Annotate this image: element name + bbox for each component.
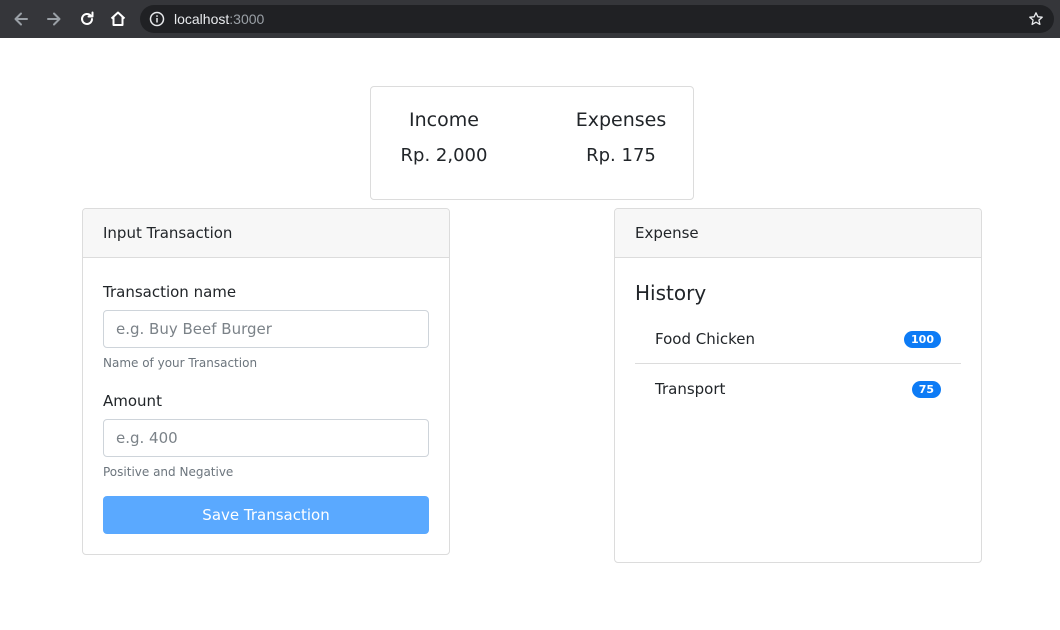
amount-help: Positive and Negative	[103, 465, 234, 479]
expenses-label: Expenses	[575, 109, 667, 131]
transaction-name-label: Transaction name	[103, 283, 237, 301]
amount-label: Amount	[103, 392, 162, 410]
expense-card-header: Expense	[615, 209, 981, 258]
list-item[interactable]: Transport 75	[635, 364, 961, 414]
history-item-name: Transport	[655, 380, 726, 398]
transaction-name-input[interactable]	[103, 310, 429, 348]
home-icon[interactable]	[106, 7, 130, 31]
site-info-icon[interactable]	[149, 11, 165, 27]
amount-badge: 75	[911, 381, 941, 398]
bookmark-star-icon[interactable]	[1028, 11, 1044, 27]
income-value: Rp. 2,000	[400, 145, 488, 166]
history-list: Food Chicken 100 Transport 75	[635, 314, 961, 414]
transaction-name-help: Name of your Transaction	[103, 356, 258, 370]
browser-toolbar: localhost:3000	[0, 0, 1060, 38]
input-card-title: Input Transaction	[103, 224, 233, 242]
expense-card-title: Expense	[635, 224, 699, 242]
forward-arrow-icon[interactable]	[42, 7, 66, 31]
amount-badge: 100	[904, 331, 941, 348]
history-item-name: Food Chicken	[655, 330, 756, 348]
list-item[interactable]: Food Chicken 100	[635, 314, 961, 364]
url-text: localhost:3000	[174, 11, 264, 27]
input-transaction-card: Input Transaction Transaction name Name …	[82, 208, 450, 555]
url-port: :3000	[229, 11, 265, 27]
back-arrow-icon[interactable]	[9, 7, 33, 31]
expenses-value: Rp. 175	[586, 145, 656, 166]
income-label: Income	[409, 109, 479, 131]
save-transaction-button[interactable]: Save Transaction	[103, 496, 429, 534]
reload-icon[interactable]	[75, 7, 99, 31]
amount-input[interactable]	[103, 419, 429, 457]
history-title: History	[635, 281, 707, 305]
expense-card: Expense History Food Chicken 100 Transpo…	[614, 208, 982, 563]
balance-summary-card: Income Rp. 2,000 Expenses Rp. 175	[370, 86, 694, 200]
url-host: localhost	[174, 11, 230, 27]
address-bar[interactable]: localhost:3000	[140, 5, 1054, 33]
input-card-header: Input Transaction	[83, 209, 449, 258]
